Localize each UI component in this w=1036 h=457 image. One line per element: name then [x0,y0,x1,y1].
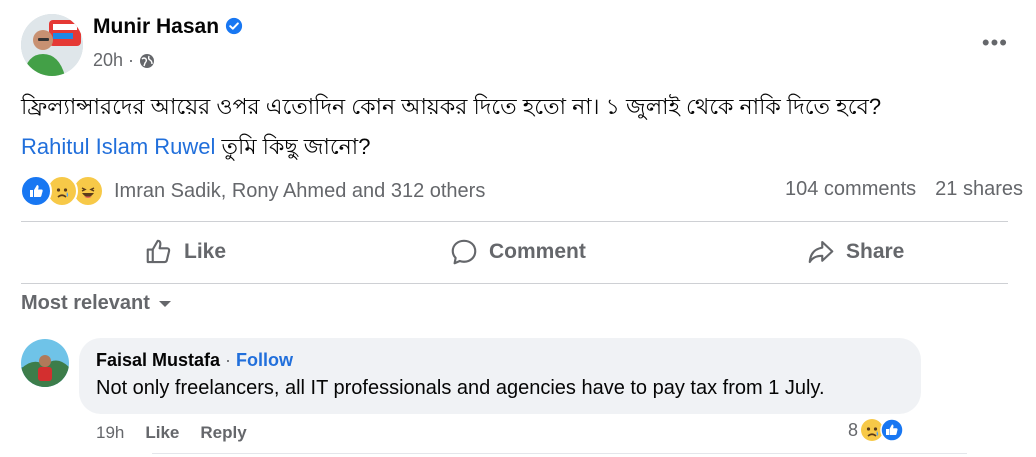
post-text-line1: ফ্রিল্যান্সারদের আয়ের ওপর এতোদিন কোন আয… [21,94,882,119]
post-text-line2-rest: তুমি কিছু জানো? [215,134,371,159]
mention-link[interactable]: Rahitul Islam Ruwel [21,134,215,159]
like-reaction-icon [20,175,52,207]
share-button-label: Share [846,240,905,263]
follow-button[interactable]: Follow [236,350,293,370]
divider-top [21,221,1008,222]
comment-reply-button[interactable]: Reply [200,423,246,443]
comment-reaction-count: 8 [848,419,859,440]
post-meta: 20h · [93,50,155,71]
comment-actions: 19h Like Reply [96,423,247,443]
reply-thread-line [152,453,967,454]
chevron-down-icon [158,300,171,307]
comment-header: Faisal Mustafa · Follow [96,350,293,371]
shares-count[interactable]: 21 shares [935,178,1023,201]
engagement-counts: 104 comments 21 shares [785,178,1023,201]
verified-badge-icon [225,17,243,35]
share-button[interactable]: Share [806,230,904,274]
comment-button[interactable]: Comment [449,230,586,274]
comment-text: Not only freelancers, all IT professiona… [96,377,825,399]
comment-like-button[interactable]: Like [145,423,179,443]
comment-time[interactable]: 19h [96,423,124,443]
like-reaction-icon [880,418,904,442]
comments-count[interactable]: 104 comments [785,178,916,201]
globe-icon [140,53,155,68]
reaction-names[interactable]: Imran Sadik, Rony Ahmed and 312 others [114,180,485,203]
comment-button-label: Comment [489,240,586,263]
share-outline-icon [808,240,834,264]
post-author[interactable]: Munir Hasan [93,15,243,39]
commenter-name[interactable]: Faisal Mustafa [96,350,220,370]
post-author-name[interactable]: Munir Hasan [93,15,219,38]
post-time[interactable]: 20h [93,50,123,71]
comment-outline-icon [451,239,477,265]
like-button-label: Like [184,240,227,263]
comment-separator: · [220,350,237,370]
commenter-avatar[interactable] [21,339,69,387]
post-text-line2: Rahitul Islam Ruwel তুমি কিছু জানো? [21,130,370,167]
comment-filter-label: Most relevant [21,292,150,314]
reactions-summary[interactable]: Imran Sadik, Rony Ahmed and 312 others [20,175,485,207]
like-outline-icon [146,239,171,264]
more-options-icon[interactable]: ••• [982,30,1008,56]
meta-dot: · [128,50,135,70]
like-button[interactable]: Like [144,230,226,274]
comment-filter-dropdown[interactable]: Most relevant [21,292,172,315]
author-avatar[interactable] [21,14,83,76]
divider-bottom [21,283,1008,284]
comment-reactions[interactable]: 8 [848,418,904,442]
